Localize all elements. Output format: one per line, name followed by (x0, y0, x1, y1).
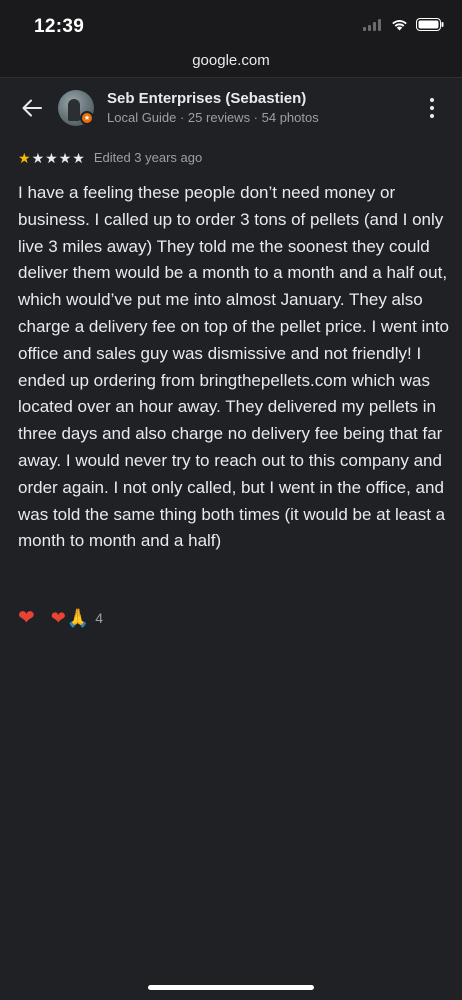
rating-row: ★ ★ ★ ★ ★ Edited 3 years ago (18, 150, 202, 165)
reaction-count: 4 (95, 610, 104, 626)
more-options-button[interactable] (424, 96, 440, 120)
heart-icon: ❤ (50, 607, 66, 628)
star-rating: ★ ★ ★ ★ ★ (18, 151, 86, 165)
reviewer-name[interactable]: Seb Enterprises (Sebastien) (107, 90, 306, 107)
star-icon: ★ (58, 149, 72, 166)
reviewer-meta: Local Guide · 25 reviews · 54 photos (107, 110, 319, 125)
arrow-left-icon (22, 99, 42, 117)
battery-icon (416, 18, 444, 31)
review-text: I have a feeling these people don’t need… (18, 183, 449, 551)
more-dot-icon (430, 106, 434, 110)
edited-label: Edited 3 years ago (93, 150, 203, 165)
home-indicator[interactable] (148, 985, 314, 990)
more-dot-icon (430, 98, 434, 102)
star-icon: ★ (72, 149, 85, 166)
status-bar: 12:39 (0, 0, 462, 50)
url-bar[interactable]: google.com (0, 52, 462, 69)
signal-icon (363, 18, 381, 31)
reaction-summary[interactable]: ❤ 🙏 4 (51, 608, 103, 629)
wifi-icon (392, 19, 407, 30)
star-icon: ★ (45, 149, 58, 166)
pray-icon: 🙏 (66, 607, 90, 628)
status-icons (363, 18, 444, 31)
avatar-photo (68, 99, 80, 121)
reactions: ❤ ❤ 🙏 4 (18, 606, 103, 630)
status-time: 12:39 (34, 16, 85, 37)
star-icon: ★ (18, 149, 31, 166)
back-button[interactable] (18, 94, 46, 122)
local-guide-badge-icon: ★ (80, 111, 94, 125)
more-dot-icon (430, 114, 434, 118)
heart-react-button[interactable]: ❤ (18, 606, 35, 630)
browser-chrome: 12:39 google.com (0, 0, 462, 78)
star-icon: ★ (31, 149, 45, 166)
review-header: ★ Seb Enterprises (Sebastien) Local Guid… (0, 86, 462, 130)
